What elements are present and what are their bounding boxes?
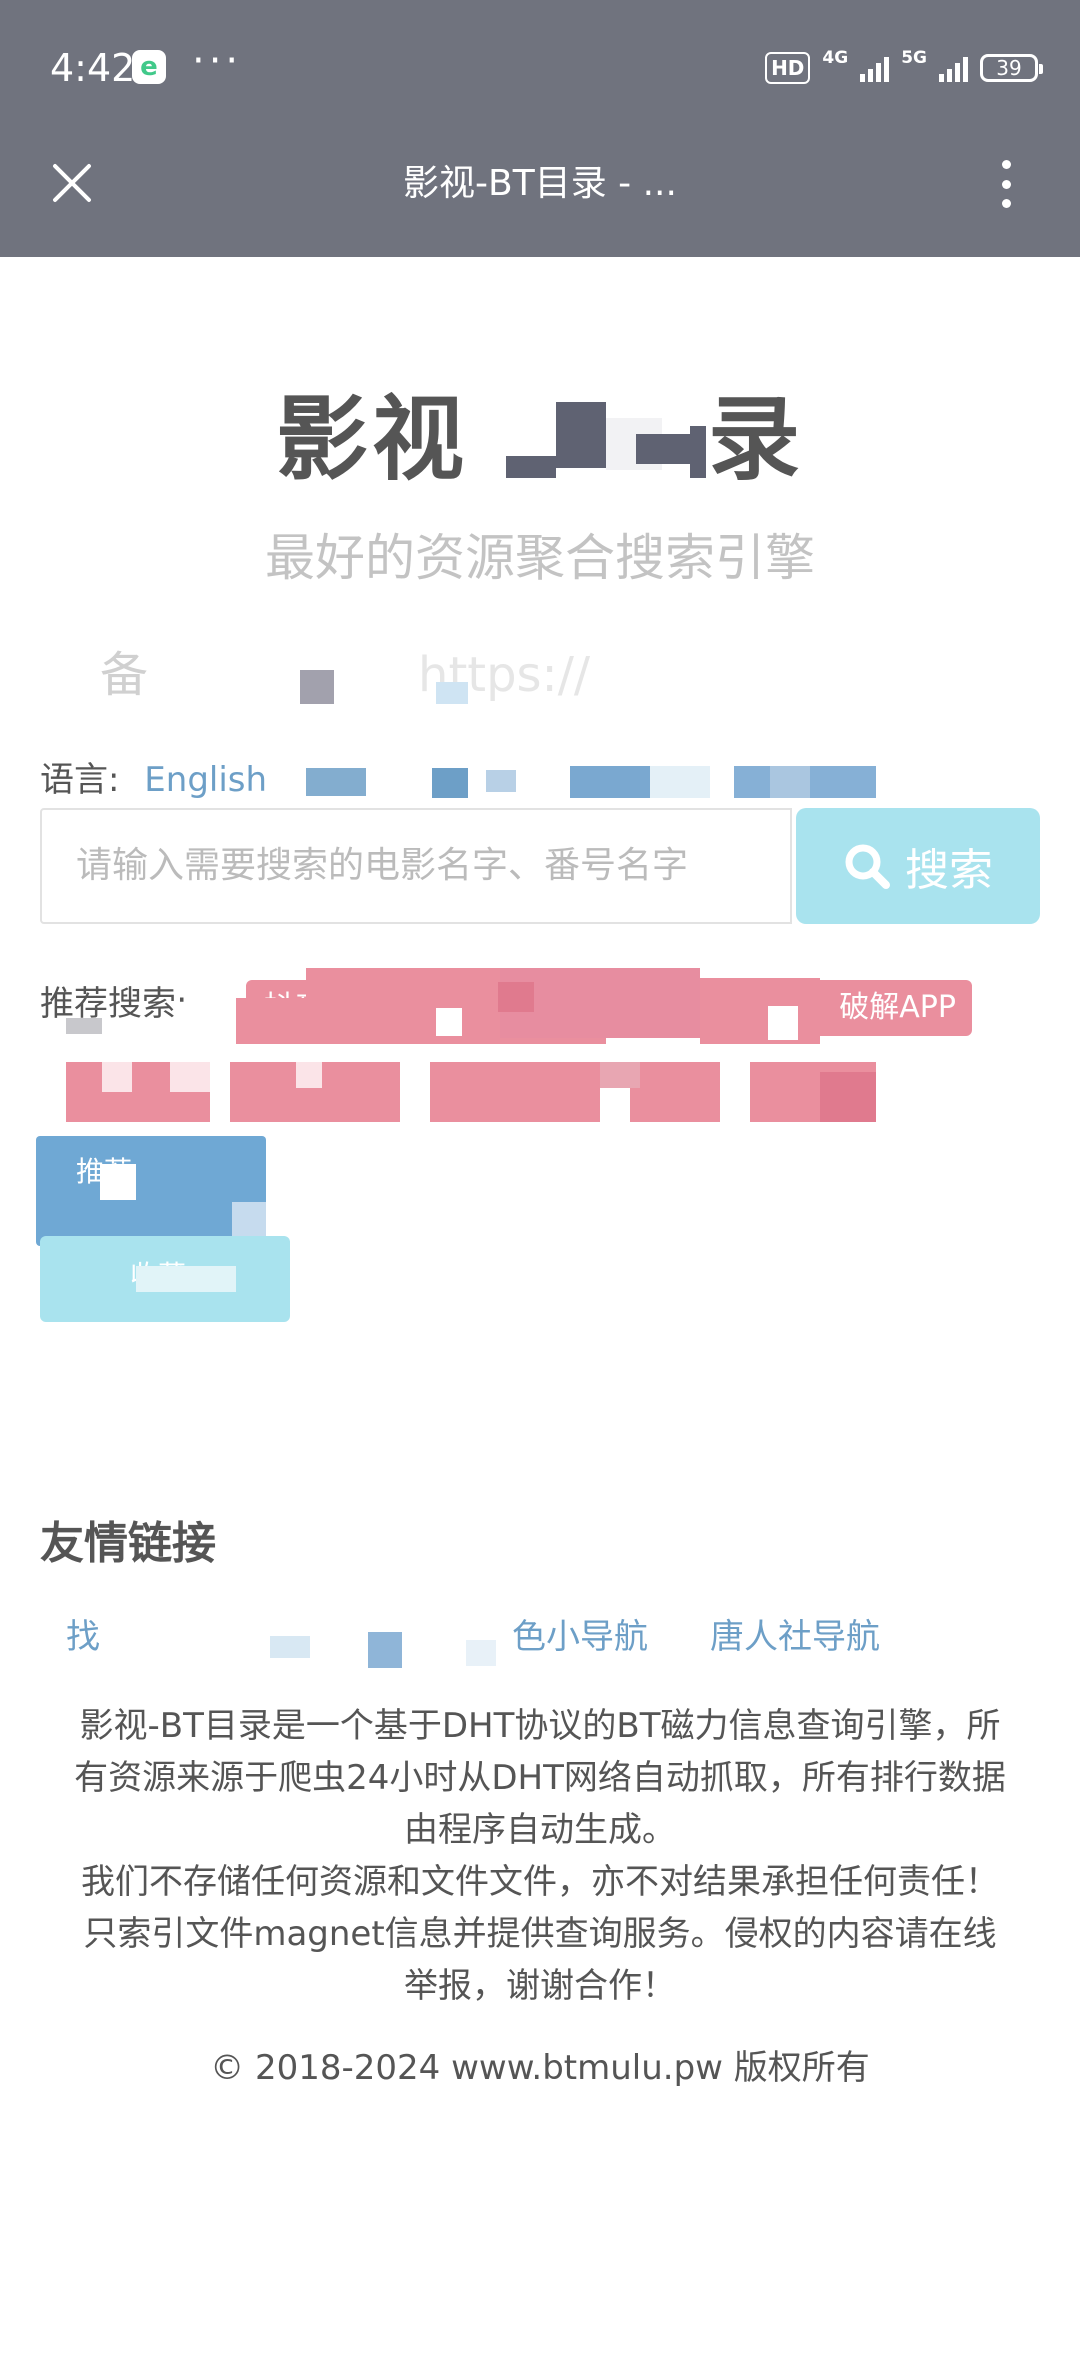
- site-subtitle: 最好的资源聚合搜索引擎: [265, 529, 815, 587]
- mirror-address: 备 https://: [100, 640, 1000, 710]
- close-icon[interactable]: [52, 163, 92, 203]
- status-icons: HD 4G 5G 39: [765, 48, 1043, 88]
- description-line: 由程序自动生成。: [404, 1810, 676, 1850]
- status-more-indicator: ···: [192, 38, 243, 84]
- network-5g-label: 5G: [901, 48, 927, 68]
- page-title: 影视-BT目录 - ...: [403, 163, 677, 204]
- search-input[interactable]: 请输入需要搜索的电影名字、番号名字: [40, 808, 792, 924]
- recommended-cyan-button[interactable]: 收藏: [40, 1236, 290, 1322]
- more-menu-icon[interactable]: [996, 160, 1016, 208]
- description-line: 有资源来源于爬虫24小时从DHT网络自动抓取，所有排行数据: [74, 1758, 1006, 1798]
- recommended-mosaic: [60, 962, 890, 1132]
- status-time: 4:42: [50, 46, 136, 90]
- search-placeholder: 请输入需要搜索的电影名字、番号名字: [76, 845, 689, 886]
- search-button-label: 搜索: [905, 845, 993, 896]
- site-title-right: 录: [708, 386, 805, 493]
- language-label: 语言:: [40, 760, 120, 800]
- signal-5g-icon: [939, 54, 968, 82]
- friend-links-mosaic: [250, 1626, 500, 1670]
- browser-header: 4:42 e ··· HD 4G 5G 39 影视-BT目录 - ...: [0, 0, 1080, 257]
- signal-4g-icon: [860, 54, 890, 82]
- mirror-mosaic: [298, 660, 478, 704]
- copyright: © 2018-2024 www.btmulu.pw 版权所有: [210, 2048, 870, 2088]
- title-mosaic: [506, 402, 706, 482]
- friend-link[interactable]: 找: [66, 1610, 100, 1664]
- language-row: 语言: English: [40, 756, 267, 804]
- description-line: 举报，谢谢合作！: [404, 1966, 676, 2006]
- search-button[interactable]: 搜索: [796, 808, 1040, 924]
- recommended-blue-button[interactable]: 推荐: [36, 1136, 266, 1246]
- battery-icon: 39: [980, 54, 1043, 82]
- friend-link[interactable]: 色小导航: [512, 1610, 648, 1664]
- friend-link[interactable]: 唐人社导航: [710, 1610, 880, 1664]
- hd-voice-icon: HD: [765, 52, 811, 84]
- language-mosaic: [306, 764, 876, 804]
- site-title-left: 影视: [275, 386, 468, 493]
- friend-links-title: 友情链接: [40, 1518, 216, 1569]
- description-line: 我们不存储任何资源和文件文件，亦不对结果承担任何责任！: [81, 1862, 999, 1902]
- search-icon: [845, 844, 890, 889]
- mirror-label: 备: [100, 647, 149, 703]
- site-description: 影视-BT目录是一个基于DHT协议的BT磁力信息查询引擎，所 有资源来源于爬虫2…: [40, 1700, 1040, 2012]
- description-line: 影视-BT目录是一个基于DHT协议的BT磁力信息查询引擎，所: [79, 1706, 1001, 1746]
- description-line: 只索引文件magnet信息并提供查询服务。侵权的内容请在线: [83, 1914, 997, 1954]
- browser-app-icon: e: [132, 50, 166, 84]
- language-english[interactable]: English: [144, 760, 267, 800]
- status-bar: 4:42 e ··· HD 4G 5G 39: [0, 0, 1080, 130]
- network-4g-label: 4G: [822, 48, 849, 68]
